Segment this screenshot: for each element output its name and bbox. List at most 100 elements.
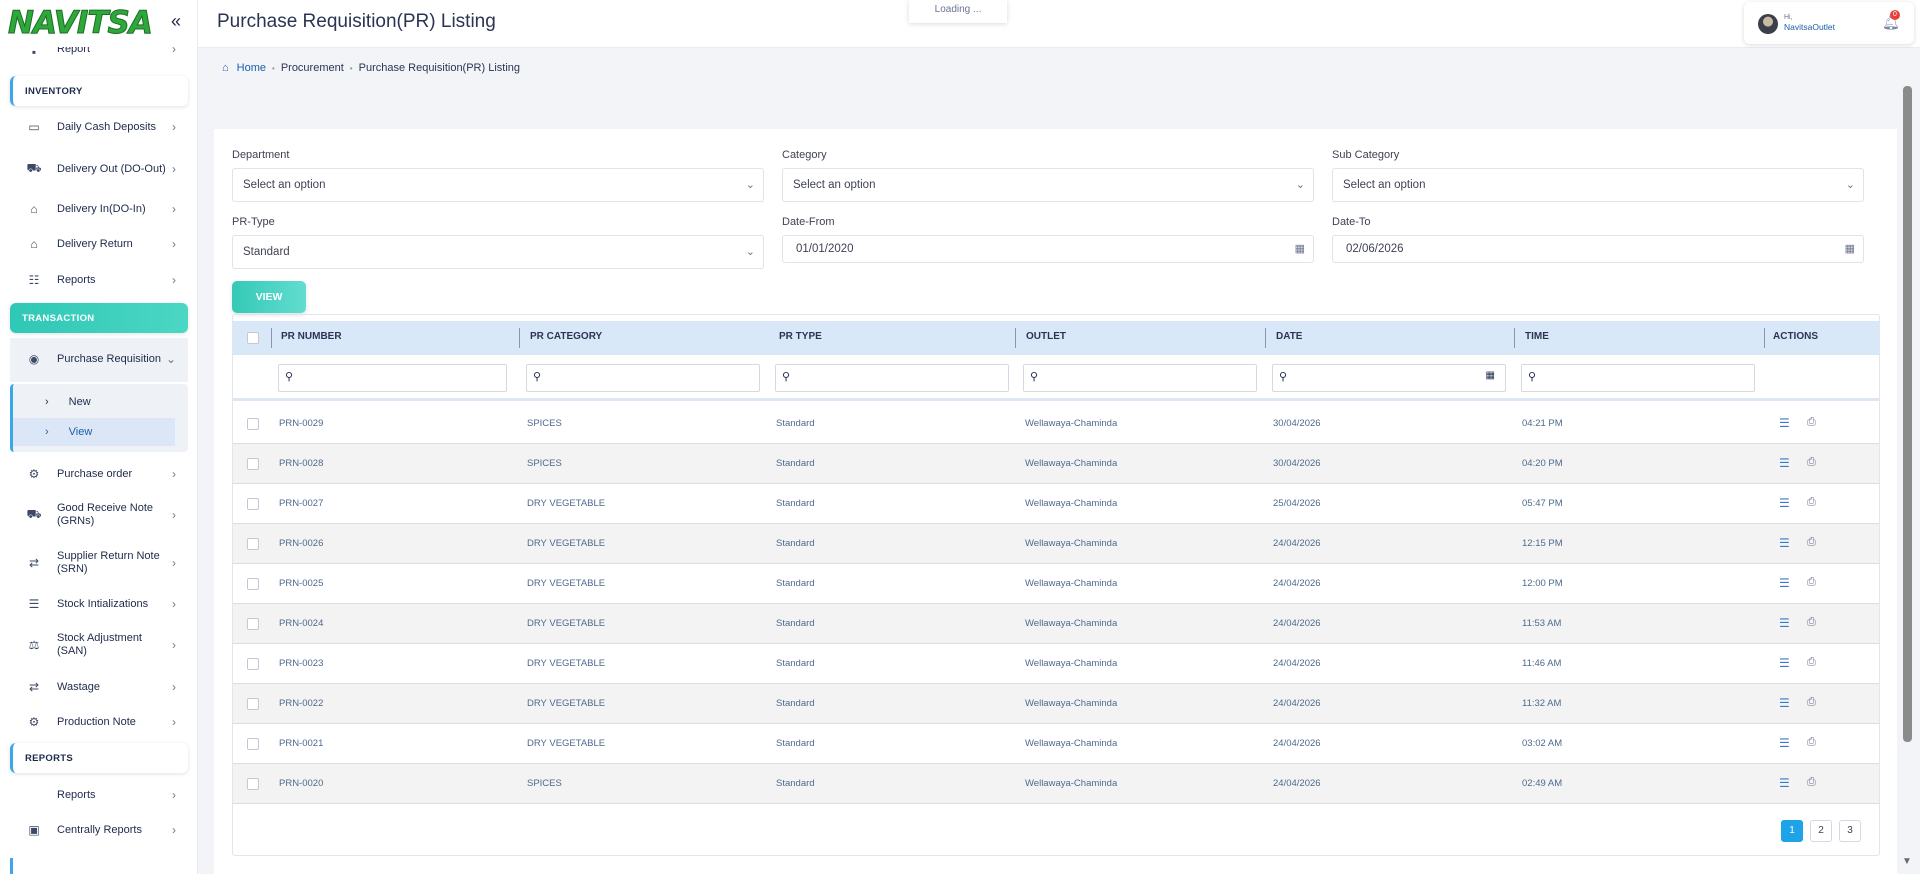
print-icon[interactable]: ⎙ [1807, 456, 1816, 469]
table-row[interactable]: PRN-0022 DRY VEGETABLE Standard Wellawaya-C… [233, 684, 1879, 724]
print-icon[interactable]: ⎙ [1807, 656, 1816, 669]
view-details-icon[interactable]: ☰ [1779, 616, 1790, 630]
row-checkbox[interactable] [247, 418, 259, 430]
cell-pr-number: PRN-0027 [279, 498, 324, 509]
view-details-icon[interactable]: ☰ [1779, 456, 1790, 470]
date-from-label: Date-From [782, 216, 835, 228]
pr-category-filter-input[interactable]: ⚲ [526, 364, 760, 392]
sidebar-item-wastage[interactable]: ⇄ Wastage › [26, 680, 176, 694]
select-all-checkbox[interactable] [247, 332, 259, 344]
column-header-time[interactable]: TIME [1525, 331, 1549, 342]
view-details-icon[interactable]: ☰ [1779, 536, 1790, 550]
calendar-icon[interactable]: ▦ [1486, 370, 1495, 381]
view-details-icon[interactable]: ☰ [1779, 776, 1790, 790]
pr-number-filter-input[interactable]: ⚲ [278, 364, 507, 392]
table-row[interactable]: PRN-0026 DRY VEGETABLE Standard Wellawaya-C… [233, 524, 1879, 564]
print-icon[interactable]: ⎙ [1807, 776, 1816, 789]
chevron-right-icon: › [172, 715, 176, 729]
home-icon: ⌂ [222, 62, 229, 74]
sidebar-item-report[interactable]: ▪ Report › [26, 47, 176, 57]
view-details-icon[interactable]: ☰ [1779, 736, 1790, 750]
calendar-icon[interactable]: ▦ [1295, 242, 1305, 255]
table-row[interactable]: PRN-0024 DRY VEGETABLE Standard Wellawaya-C… [233, 604, 1879, 644]
sidebar-item-delivery-in[interactable]: ⌂ Delivery In(DO-In) › [26, 202, 176, 216]
sub-category-select[interactable]: Select an option ⌄ [1332, 168, 1864, 202]
chevron-right-icon: › [172, 47, 176, 56]
chevron-right-icon: › [45, 426, 49, 438]
row-checkbox[interactable] [247, 618, 259, 630]
view-details-icon[interactable]: ☰ [1779, 696, 1790, 710]
print-icon[interactable]: ⎙ [1807, 536, 1816, 549]
sidebar-item-stock-initializations[interactable]: ☰ Stock Intializations › [26, 597, 176, 611]
cell-pr-type: Standard [776, 698, 815, 709]
page-button-3[interactable]: 3 [1839, 820, 1861, 842]
table-row[interactable]: PRN-0023 DRY VEGETABLE Standard Wellawaya-C… [233, 644, 1879, 684]
row-checkbox[interactable] [247, 738, 259, 750]
category-value: Select an option [793, 179, 876, 191]
cell-pr-number: PRN-0029 [279, 418, 324, 429]
table-row[interactable]: PRN-0028 SPICES Standard Wellawaya-Chaminda… [233, 444, 1879, 484]
row-checkbox[interactable] [247, 578, 259, 590]
user-menu[interactable]: Hi, NavitsaOutlet 🔔︎ 0 [1744, 2, 1914, 44]
scroll-down-icon[interactable]: ▼ [1902, 856, 1912, 867]
column-header-pr-category[interactable]: PR CATEGORY [530, 331, 602, 342]
print-icon[interactable]: ⎙ [1807, 416, 1816, 429]
sidebar-item-srn[interactable]: ⇄ Supplier Return Note (SRN) › [26, 549, 176, 577]
sidebar-item-production-note[interactable]: ⚙ Production Note › [26, 715, 176, 729]
sidebar-item-reports-inventory[interactable]: ☷ Reports › [26, 273, 176, 287]
sidebar-item-stock-adjustment[interactable]: ⚖ Stock Adjustment (SAN) › [26, 631, 176, 659]
print-icon[interactable]: ⎙ [1807, 496, 1816, 509]
sidebar-item-delivery-out[interactable]: ⛟ Delivery Out (DO-Out) › [26, 155, 176, 183]
sidebar-item-reports[interactable]: Reports › [26, 788, 176, 802]
row-checkbox[interactable] [247, 778, 259, 790]
row-checkbox[interactable] [247, 538, 259, 550]
date-from-input[interactable]: 01/01/2020 ▦ [782, 235, 1314, 263]
print-icon[interactable]: ⎙ [1807, 736, 1816, 749]
print-icon[interactable]: ⎙ [1807, 576, 1816, 589]
outlet-filter-input[interactable]: ⚲ [1023, 364, 1257, 392]
view-details-icon[interactable]: ☰ [1779, 656, 1790, 670]
table-row[interactable]: PRN-0025 DRY VEGETABLE Standard Wellawaya-C… [233, 564, 1879, 604]
time-filter-input[interactable]: ⚲ [1521, 364, 1755, 392]
print-icon[interactable]: ⎙ [1807, 616, 1816, 629]
view-details-icon[interactable]: ☰ [1779, 496, 1790, 510]
sidebar-subitem-view[interactable]: › View [13, 418, 175, 446]
category-select[interactable]: Select an option ⌄ [782, 168, 1314, 202]
row-checkbox[interactable] [247, 458, 259, 470]
date-to-input[interactable]: 02/06/2026 ▦ [1332, 235, 1864, 263]
table-row[interactable]: PRN-0027 DRY VEGETABLE Standard Wellawaya-C… [233, 484, 1879, 524]
sidebar-item-delivery-return[interactable]: ⌂ Delivery Return › [26, 237, 176, 251]
view-details-icon[interactable]: ☰ [1779, 416, 1790, 430]
column-header-pr-type[interactable]: PR TYPE [779, 331, 822, 342]
pr-type-filter-input[interactable]: ⚲ [775, 364, 1009, 392]
scrollbar-thumb[interactable] [1903, 86, 1912, 742]
column-header-outlet[interactable]: OUTLET [1026, 331, 1066, 342]
sidebar-subitem-new[interactable]: › New [13, 388, 175, 416]
sidebar-item-purchase-requisition[interactable]: ◉ Purchase Requisition ⌄ [26, 345, 176, 373]
print-icon[interactable]: ⎙ [1807, 696, 1816, 709]
row-checkbox[interactable] [247, 658, 259, 670]
department-select[interactable]: Select an option ⌄ [232, 168, 764, 202]
chevron-right-icon: › [172, 237, 176, 251]
sidebar-item-grn[interactable]: ⛟ Good Receive Note (GRNs) › [26, 501, 176, 529]
table-row[interactable]: PRN-0021 DRY VEGETABLE Standard Wellawaya-C… [233, 724, 1879, 764]
column-header-date[interactable]: DATE [1276, 331, 1302, 342]
row-checkbox[interactable] [247, 498, 259, 510]
sidebar-item-daily-cash-deposits[interactable]: ▭ Daily Cash Deposits › [26, 120, 176, 134]
collapse-sidebar-icon[interactable]: « [171, 11, 181, 32]
calendar-icon[interactable]: ▦ [1845, 242, 1855, 255]
table-row[interactable]: PRN-0020 SPICES Standard Wellawaya-Chaminda… [233, 764, 1879, 804]
pr-type-select[interactable]: Standard ⌄ [232, 235, 764, 269]
column-header-pr-number[interactable]: PR NUMBER [281, 331, 342, 342]
breadcrumb-home[interactable]: Home [237, 62, 266, 74]
view-details-icon[interactable]: ☰ [1779, 576, 1790, 590]
view-button[interactable]: VIEW [232, 281, 306, 313]
row-checkbox[interactable] [247, 698, 259, 710]
page-button-1[interactable]: 1 [1781, 820, 1803, 842]
breadcrumb-procurement[interactable]: Procurement [281, 62, 344, 74]
sidebar-item-purchase-order[interactable]: ⚙ Purchase order › [26, 467, 176, 481]
sidebar-item-centrally-reports[interactable]: ▣ Centrally Reports › [26, 823, 176, 837]
date-filter-input[interactable]: ⚲ ▦ [1272, 364, 1506, 392]
page-button-2[interactable]: 2 [1810, 820, 1832, 842]
table-row[interactable]: PRN-0029 SPICES Standard Wellawaya-Chaminda… [233, 404, 1879, 444]
